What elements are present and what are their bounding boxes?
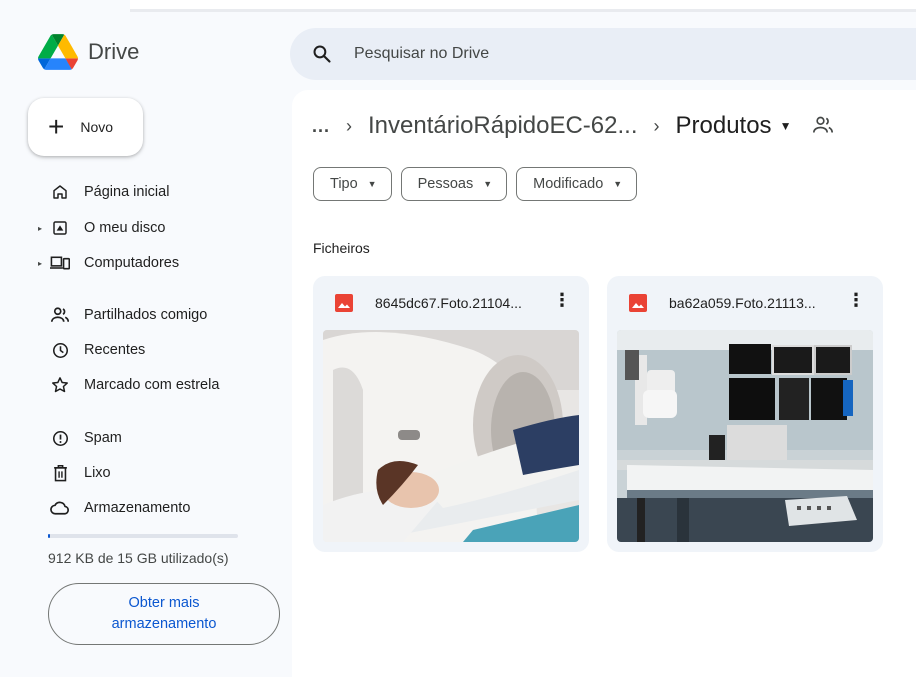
sidebar-item-storage[interactable]: Armazenamento	[30, 492, 280, 524]
file-name: ba62a059.Foto.21113...	[669, 295, 816, 311]
file-thumbnail[interactable]	[617, 330, 873, 542]
sidebar-item-label: Partilhados comigo	[84, 307, 208, 323]
drive-logo-icon	[38, 34, 78, 70]
section-title: Ficheiros	[313, 240, 370, 256]
filter-chip-label: Pessoas	[417, 176, 474, 192]
caret-down-icon: ▼	[483, 179, 493, 189]
sidebar-item-starred[interactable]: Marcado com estrela	[30, 369, 280, 401]
breadcrumb-separator-icon: ›	[653, 115, 660, 136]
shared-folder-icon[interactable]	[813, 116, 834, 136]
filter-type-chip[interactable]: Tipo ▼	[313, 167, 392, 201]
sidebar-item-my-drive[interactable]: ▸ O meu disco	[30, 212, 280, 244]
breadcrumb: ... › InventárioRápidoEC-62... › Produto…	[312, 112, 834, 140]
new-button[interactable]: + Novo	[28, 98, 143, 156]
caret-down-icon: ▼	[367, 179, 377, 189]
computers-icon	[50, 253, 70, 273]
breadcrumb-current-folder[interactable]: Produtos	[676, 112, 772, 140]
sidebar: Drive + Novo Página inicial ▸ O meu disc…	[0, 0, 292, 677]
filter-chips: Tipo ▼ Pessoas ▼ Modificado ▼	[313, 167, 638, 201]
storage-bar-fill	[48, 534, 50, 538]
search-bar[interactable]: Pesquisar no Drive	[290, 28, 916, 80]
filter-chip-label: Tipo	[330, 176, 358, 192]
breadcrumb-more-button[interactable]: ...	[312, 116, 330, 137]
search-input[interactable]: Pesquisar no Drive	[354, 45, 489, 63]
filter-people-chip[interactable]: Pessoas ▼	[400, 167, 508, 201]
storage-usage-text: 912 KB de 15 GB utilizado(s)	[48, 550, 229, 566]
breadcrumb-parent-folder[interactable]: InventárioRápidoEC-62...	[368, 112, 637, 140]
new-button-label: Novo	[80, 119, 114, 135]
sidebar-item-spam[interactable]: Spam	[30, 422, 280, 454]
sidebar-item-computers[interactable]: ▸ Computadores	[30, 247, 280, 279]
search-icon[interactable]	[312, 44, 332, 64]
cloud-icon	[50, 498, 70, 518]
my-drive-icon	[50, 218, 70, 238]
file-card-header: ba62a059.Foto.21113... ⋮	[607, 276, 883, 330]
sidebar-item-label: Marcado com estrela	[84, 377, 220, 393]
spam-icon	[50, 428, 70, 448]
sidebar-item-home[interactable]: Página inicial	[30, 176, 280, 208]
sidebar-item-label: O meu disco	[84, 220, 166, 236]
drive-logo[interactable]: Drive	[38, 34, 139, 70]
get-more-storage-button[interactable]: Obter mais armazenamento	[48, 583, 280, 645]
sidebar-item-label: Computadores	[84, 255, 180, 271]
filter-modified-chip[interactable]: Modificado ▼	[516, 167, 638, 201]
sidebar-item-recent[interactable]: Recentes	[30, 334, 280, 366]
star-icon	[50, 375, 70, 395]
trash-icon	[50, 463, 70, 483]
file-thumbnail[interactable]	[323, 330, 579, 542]
caret-down-icon: ▼	[613, 179, 623, 189]
caret-down-icon[interactable]: ▼	[780, 119, 792, 133]
expand-caret-icon[interactable]: ▸	[38, 259, 42, 268]
sidebar-item-label: Spam	[84, 430, 122, 446]
sidebar-item-label: Lixo	[84, 465, 111, 481]
image-file-icon	[335, 294, 353, 312]
sidebar-item-shared[interactable]: Partilhados comigo	[30, 299, 280, 331]
image-file-icon	[629, 294, 647, 312]
more-options-icon[interactable]: ⋮	[553, 290, 571, 311]
more-options-icon[interactable]: ⋮	[847, 290, 865, 311]
file-card[interactable]: ba62a059.Foto.21113... ⋮	[607, 276, 883, 552]
file-card-header: 8645dc67.Foto.21104... ⋮	[313, 276, 589, 330]
home-icon	[50, 182, 70, 202]
sidebar-item-trash[interactable]: Lixo	[30, 457, 280, 489]
expand-caret-icon[interactable]: ▸	[38, 224, 42, 233]
plus-icon: +	[48, 111, 65, 142]
shared-icon	[50, 305, 70, 325]
sidebar-item-label: Página inicial	[84, 184, 170, 200]
clock-icon	[50, 340, 70, 360]
filter-chip-label: Modificado	[533, 176, 604, 192]
file-name: 8645dc67.Foto.21104...	[375, 295, 522, 311]
file-card[interactable]: 8645dc67.Foto.21104... ⋮	[313, 276, 589, 552]
app-name: Drive	[88, 39, 140, 64]
breadcrumb-separator-icon: ›	[346, 115, 353, 136]
storage-bar	[48, 534, 238, 538]
sidebar-item-label: Recentes	[84, 342, 146, 358]
sidebar-item-label: Armazenamento	[84, 500, 191, 516]
main-panel: ... › InventárioRápidoEC-62... › Produto…	[292, 90, 916, 677]
